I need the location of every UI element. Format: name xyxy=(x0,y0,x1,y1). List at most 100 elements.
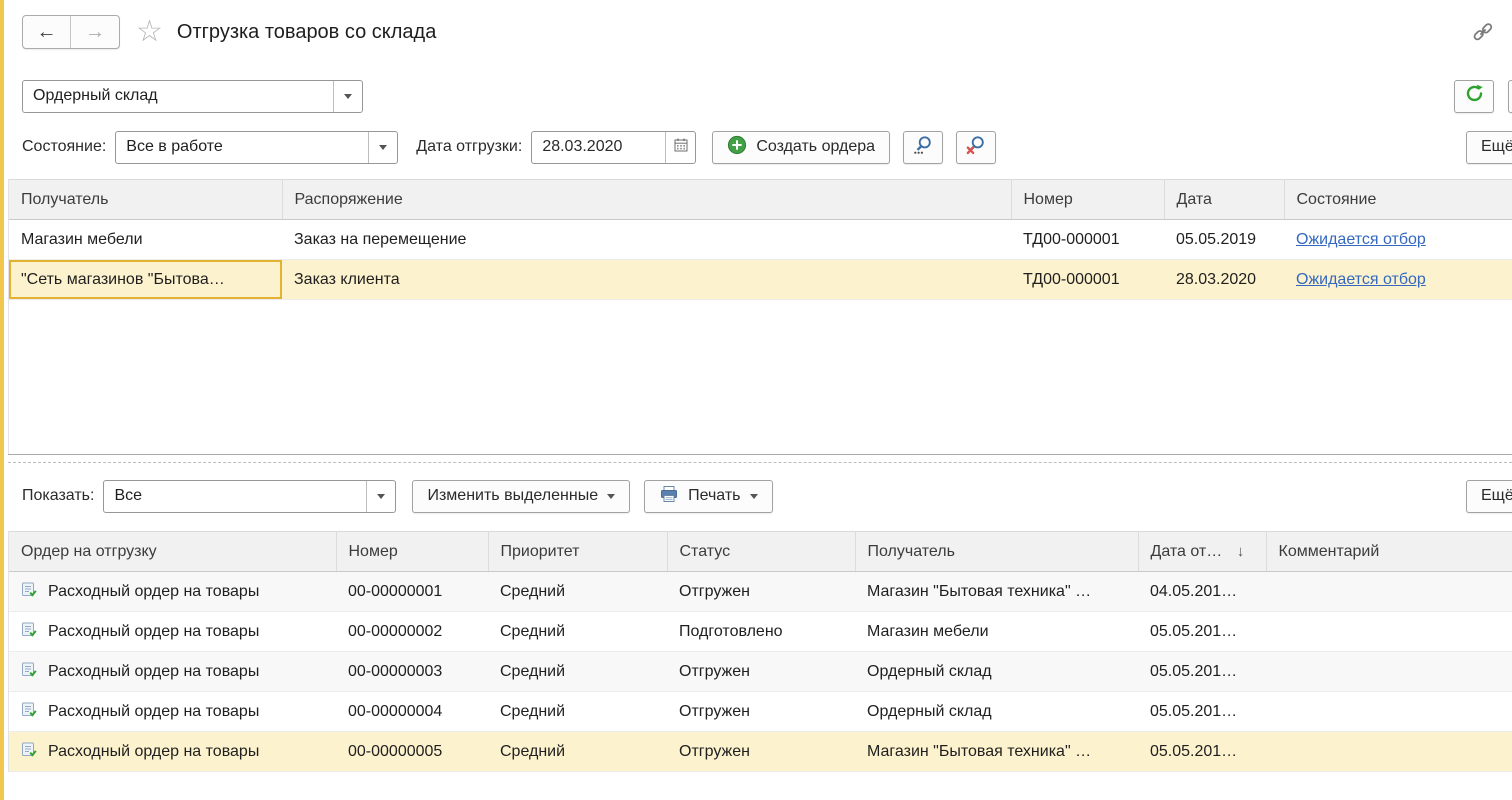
cell-priority[interactable]: Средний xyxy=(488,732,667,772)
cell-order-type[interactable]: Расходный ордер на товары xyxy=(9,692,336,732)
cell-number[interactable]: 00-00000002 xyxy=(336,612,488,652)
cell-comment[interactable] xyxy=(1266,612,1512,652)
col-priority[interactable]: Приоритет xyxy=(488,532,667,572)
cell-state[interactable]: Ожидается отбор xyxy=(1284,220,1512,260)
col-order-basis[interactable]: Распоряжение xyxy=(282,180,1011,220)
cell-order-type[interactable]: Расходный ордер на товары xyxy=(9,612,336,652)
cell-date[interactable]: 28.03.2020 xyxy=(1164,260,1284,300)
edit-selected-button[interactable]: Изменить выделенные xyxy=(412,480,630,513)
document-icon xyxy=(21,621,38,643)
table-row[interactable]: Расходный ордер на товары 00-00000004 Ср… xyxy=(9,692,1512,732)
state-link[interactable]: Ожидается отбор xyxy=(1296,271,1426,288)
search-icon xyxy=(912,134,934,161)
cell-priority[interactable]: Средний xyxy=(488,692,667,732)
cell-comment[interactable] xyxy=(1266,692,1512,732)
cell-order-type[interactable]: Расходный ордер на товары xyxy=(9,652,336,692)
cell-status[interactable]: Отгружен xyxy=(667,652,855,692)
cell-recipient[interactable]: Магазин "Бытовая техника" … xyxy=(855,732,1138,772)
state-combobox[interactable]: Все в работе xyxy=(115,131,398,164)
cell-ship-date[interactable]: 05.05.201… xyxy=(1138,652,1266,692)
cell-priority[interactable]: Средний xyxy=(488,652,667,692)
edit-selected-label: Изменить выделенные xyxy=(427,487,598,505)
create-orders-button[interactable]: Создать ордера xyxy=(712,131,890,164)
more-button-top[interactable]: Ещё xyxy=(1466,131,1512,164)
pane-splitter[interactable] xyxy=(8,462,1512,463)
forward-button[interactable]: → xyxy=(71,16,119,48)
order-type-label: Расходный ордер на товары xyxy=(48,623,259,641)
table-row-selected[interactable]: "Сеть магазинов "Бытова… Заказ клиента Т… xyxy=(9,260,1512,300)
show-dropdown-button[interactable] xyxy=(366,481,395,512)
col-date[interactable]: Дата xyxy=(1164,180,1284,220)
cell-number[interactable]: ТД00-000001 xyxy=(1011,260,1164,300)
cell-order-basis[interactable]: Заказ клиента xyxy=(282,260,1011,300)
warehouse-combobox[interactable]: Ордерный склад xyxy=(22,80,363,113)
favorite-star-icon[interactable]: ☆ xyxy=(136,17,163,47)
page-title: Отгрузка товаров со склада xyxy=(177,21,436,44)
cell-ship-date[interactable]: 05.05.201… xyxy=(1138,692,1266,732)
state-dropdown-button[interactable] xyxy=(368,132,397,163)
ship-date-field[interactable]: 28.03.2020 xyxy=(531,131,696,164)
more-button-bottom[interactable]: Ещё xyxy=(1466,480,1512,513)
clipped-edge-button[interactable] xyxy=(1508,80,1512,113)
cell-status[interactable]: Отгружен xyxy=(667,692,855,732)
orders-empty-area xyxy=(9,300,1512,454)
warehouse-toolbar: Ордерный склад xyxy=(8,79,1512,113)
cell-status[interactable]: Отгружен xyxy=(667,572,855,612)
cell-status[interactable]: Подготовлено xyxy=(667,612,855,652)
titlebar: ← → ☆ Отгрузка товаров со склада xyxy=(8,0,1512,52)
show-combobox[interactable]: Все xyxy=(103,480,396,513)
state-value: Все в работе xyxy=(116,132,368,163)
cell-state[interactable]: Ожидается отбор xyxy=(1284,260,1512,300)
col-comment[interactable]: Комментарий xyxy=(1266,532,1512,572)
cell-priority[interactable]: Средний xyxy=(488,612,667,652)
cell-priority[interactable]: Средний xyxy=(488,572,667,612)
col-state[interactable]: Состояние xyxy=(1284,180,1512,220)
cell-recipient[interactable]: Магазин "Бытовая техника" … xyxy=(855,572,1138,612)
table-row-selected[interactable]: Расходный ордер на товары 00-00000005 Ср… xyxy=(9,732,1512,772)
cell-number[interactable]: 00-00000003 xyxy=(336,652,488,692)
cell-recipient[interactable]: Ордерный склад xyxy=(855,692,1138,732)
warehouse-dropdown-button[interactable] xyxy=(333,81,362,112)
col-shipment-order[interactable]: Ордер на отгрузку xyxy=(9,532,336,572)
col-status[interactable]: Статус xyxy=(667,532,855,572)
col-number[interactable]: Номер xyxy=(1011,180,1164,220)
cell-recipient[interactable]: Ордерный склад xyxy=(855,652,1138,692)
cell-number[interactable]: ТД00-000001 xyxy=(1011,220,1164,260)
state-link[interactable]: Ожидается отбор xyxy=(1296,231,1426,248)
advanced-search-button[interactable] xyxy=(903,131,943,164)
table-row[interactable]: Магазин мебели Заказ на перемещение ТД00… xyxy=(9,220,1512,260)
cell-number[interactable]: 00-00000004 xyxy=(336,692,488,732)
cell-ship-date[interactable]: 04.05.201… xyxy=(1138,572,1266,612)
back-button[interactable]: ← xyxy=(23,16,71,48)
refresh-button[interactable] xyxy=(1454,80,1494,113)
table-row[interactable]: Расходный ордер на товары 00-00000001 Ср… xyxy=(9,572,1512,612)
cell-ship-date[interactable]: 05.05.201… xyxy=(1138,732,1266,772)
cancel-search-button[interactable] xyxy=(956,131,996,164)
col-ship-date[interactable]: Дата от… ↓ xyxy=(1138,532,1266,572)
more-label: Ещё xyxy=(1481,138,1512,156)
col-recipient[interactable]: Получатель xyxy=(9,180,282,220)
calendar-icon xyxy=(673,137,689,158)
cell-recipient[interactable]: Магазин мебели xyxy=(855,612,1138,652)
cell-number[interactable]: 00-00000001 xyxy=(336,572,488,612)
cell-comment[interactable] xyxy=(1266,732,1512,772)
order-type-label: Расходный ордер на товары xyxy=(48,743,259,761)
cell-order-type-active[interactable]: Расходный ордер на товары xyxy=(9,732,336,772)
print-button[interactable]: Печать xyxy=(644,480,772,513)
cell-number[interactable]: 00-00000005 xyxy=(336,732,488,772)
calendar-picker-button[interactable] xyxy=(665,132,695,163)
cell-date[interactable]: 05.05.2019 xyxy=(1164,220,1284,260)
cell-ship-date[interactable]: 05.05.201… xyxy=(1138,612,1266,652)
cell-comment[interactable] xyxy=(1266,572,1512,612)
cell-order-basis[interactable]: Заказ на перемещение xyxy=(282,220,1011,260)
cell-status[interactable]: Отгружен xyxy=(667,732,855,772)
col-recipient[interactable]: Получатель xyxy=(855,532,1138,572)
cell-comment[interactable] xyxy=(1266,652,1512,692)
col-number[interactable]: Номер xyxy=(336,532,488,572)
table-row[interactable]: Расходный ордер на товары 00-00000003 Ср… xyxy=(9,652,1512,692)
cell-order-type[interactable]: Расходный ордер на товары xyxy=(9,572,336,612)
get-link-icon[interactable] xyxy=(1472,21,1494,43)
table-row[interactable]: Расходный ордер на товары 00-00000002 Ср… xyxy=(9,612,1512,652)
cell-recipient[interactable]: Магазин мебели xyxy=(9,220,282,260)
cell-recipient-active[interactable]: "Сеть магазинов "Бытова… xyxy=(9,260,282,300)
